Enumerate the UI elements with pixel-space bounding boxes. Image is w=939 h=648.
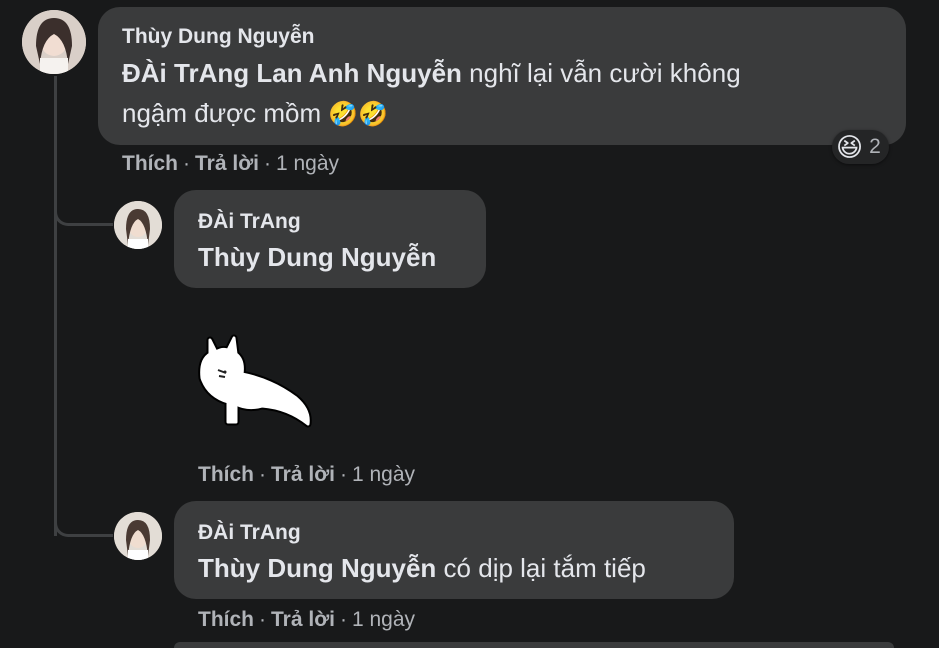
reaction-summary[interactable]: 😆 2 <box>832 130 889 164</box>
avatar[interactable] <box>114 201 162 249</box>
avatar[interactable] <box>22 10 86 74</box>
separator: · <box>263 152 271 175</box>
like-button[interactable]: Thích <box>198 463 254 486</box>
bunny-sticker[interactable] <box>192 330 320 430</box>
comment-text: ĐÀi TrAng Lan Anh Nguyễn nghĩ lại vẫn cư… <box>122 53 741 135</box>
comment-actions: Thích · Trả lời · 1 ngày <box>122 152 339 176</box>
mention-link[interactable]: Thùy Dung Nguyễn <box>198 553 436 583</box>
comment-text-line: có dịp lại tắm tiếp <box>436 553 646 583</box>
laughing-reaction-icon: 😆 <box>836 132 864 162</box>
comment-author[interactable]: Thùy Dung Nguyễn <box>122 25 315 49</box>
mention-link[interactable]: ĐÀi TrAng Lan Anh Nguyễn <box>122 58 462 88</box>
comment-author[interactable]: ĐÀi TrAng <box>198 521 301 545</box>
separator: · <box>339 608 347 631</box>
avatar[interactable] <box>114 512 162 560</box>
comment-text-line: ngậm được mồm <box>122 98 329 128</box>
thread-connector <box>54 496 113 537</box>
comment-actions: Thích · Trả lời · 1 ngày <box>198 463 415 487</box>
comment-author[interactable]: ĐÀi TrAng <box>198 210 301 234</box>
timestamp[interactable]: 1 ngày <box>352 463 415 486</box>
comment-bubble: Thùy Dung Nguyễn ĐÀi TrAng Lan Anh Nguyễ… <box>98 7 906 145</box>
separator: · <box>183 152 190 175</box>
separator: · <box>259 608 266 631</box>
reaction-count: 2 <box>869 135 881 158</box>
reply-button[interactable]: Trả lời <box>271 463 335 486</box>
reply-button[interactable]: Trả lời <box>271 608 335 631</box>
comment-actions: Thích · Trả lời · 1 ngày <box>198 608 415 632</box>
comment-text: Thùy Dung Nguyễn có dịp lại tắm tiếp <box>198 548 646 588</box>
comment-text-line: nghĩ lại vẫn cười không <box>461 58 741 88</box>
reply-button[interactable]: Trả lời <box>195 152 259 175</box>
timestamp[interactable]: 1 ngày <box>352 608 415 631</box>
laughing-emoji-icon: 🤣🤣 <box>328 101 389 128</box>
separator: · <box>259 463 266 486</box>
comment-bubble: ĐÀi TrAng Thùy Dung Nguyễn <box>174 190 486 288</box>
thread-line <box>54 76 57 536</box>
thread-connector <box>54 185 113 226</box>
next-comment-bubble <box>174 642 894 648</box>
separator: · <box>339 463 347 486</box>
like-button[interactable]: Thích <box>198 608 254 631</box>
comment-bubble: ĐÀi TrAng Thùy Dung Nguyễn có dịp lại tắ… <box>174 501 734 599</box>
timestamp[interactable]: 1 ngày <box>276 152 339 175</box>
mention-link[interactable]: Thùy Dung Nguyễn <box>198 237 436 277</box>
like-button[interactable]: Thích <box>122 152 178 175</box>
